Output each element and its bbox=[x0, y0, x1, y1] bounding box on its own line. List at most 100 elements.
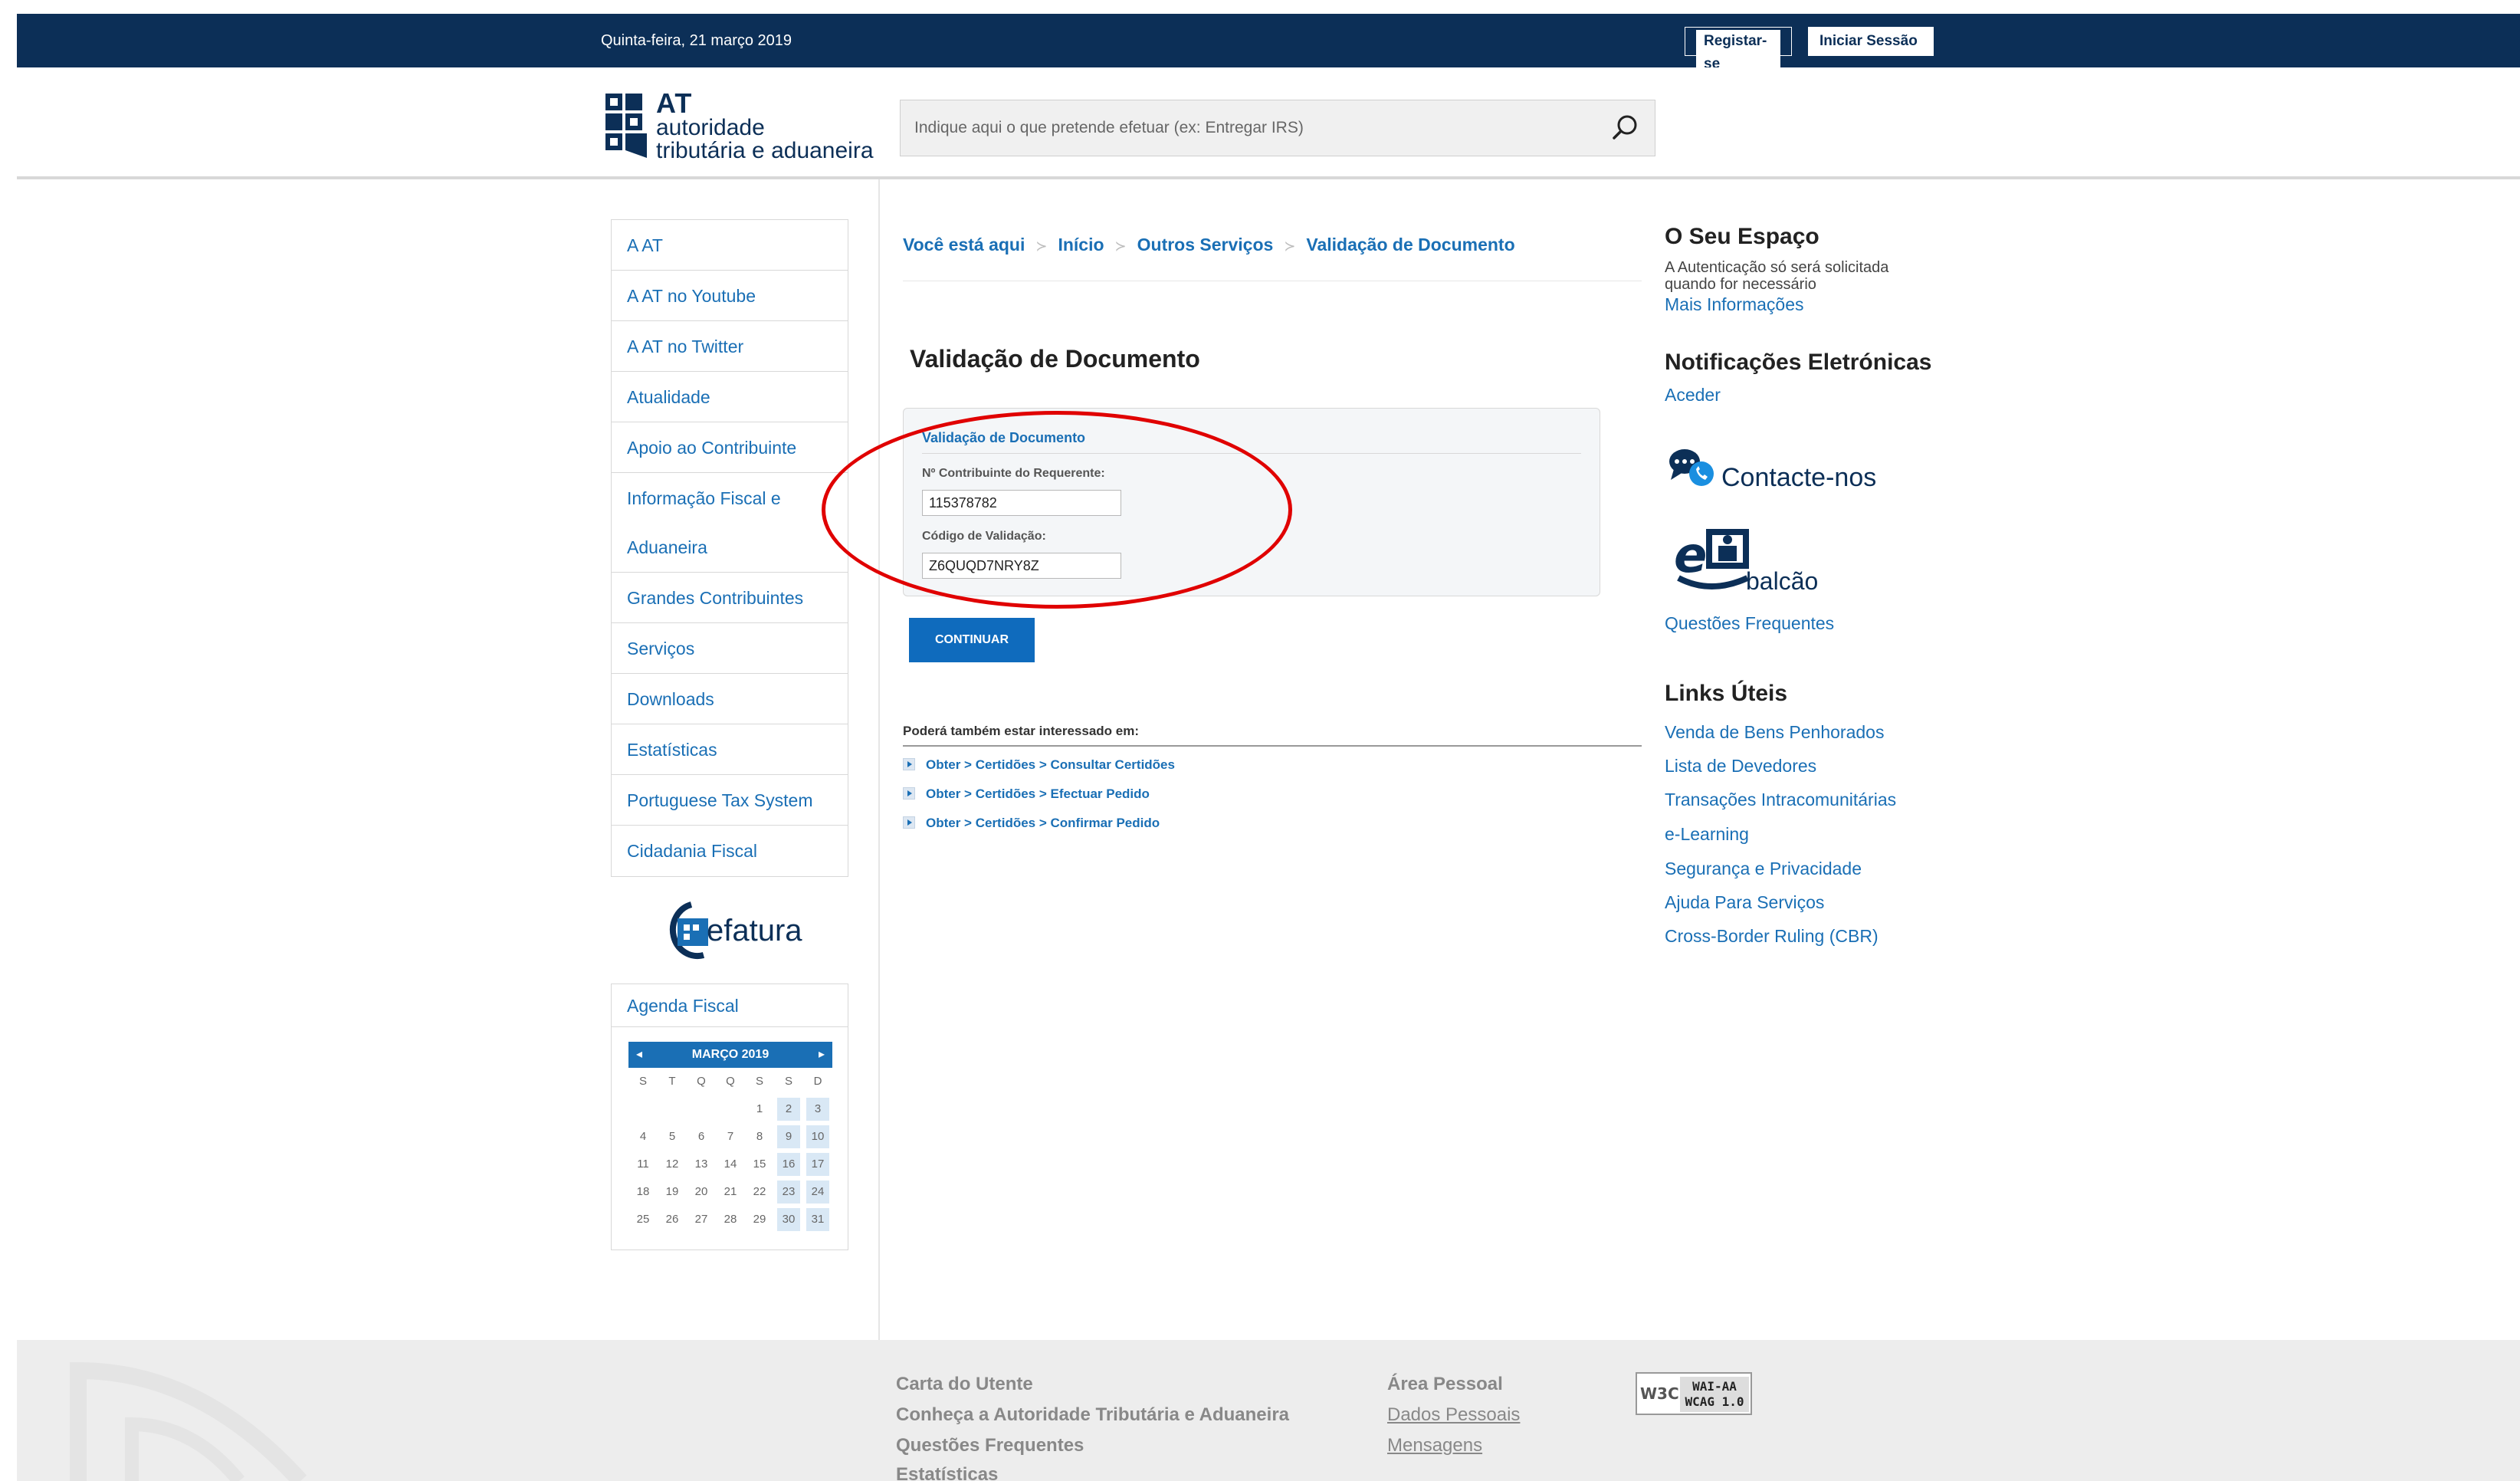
more-info-link[interactable]: Mais Informações bbox=[1665, 294, 1804, 315]
efatura-logo[interactable]: efatura bbox=[661, 897, 806, 964]
calendar-day[interactable]: 16 bbox=[777, 1153, 800, 1176]
useful-link[interactable]: Lista de Devedores bbox=[1665, 756, 1816, 777]
interest-link[interactable]: Obter > Certidões > Efectuar Pedido bbox=[903, 786, 1150, 802]
breadcrumb-current[interactable]: Validação de Documento bbox=[1306, 235, 1514, 254]
nav-item-downloads[interactable]: Downloads bbox=[612, 674, 848, 724]
calendar-day[interactable]: 3 bbox=[806, 1098, 829, 1121]
calendar-day[interactable]: 18 bbox=[628, 1178, 658, 1206]
calendar-day[interactable]: 15 bbox=[745, 1151, 774, 1178]
calendar-day[interactable]: 17 bbox=[806, 1153, 829, 1176]
breadcrumb-separator-icon: ≻ bbox=[1284, 238, 1296, 254]
search-input[interactable]: Indique aqui o que pretende efetuar (ex:… bbox=[900, 100, 1655, 156]
calendar-day[interactable]: 9 bbox=[777, 1125, 800, 1148]
footer-link-faq[interactable]: Questões Frequentes bbox=[896, 1435, 1084, 1456]
your-space-title: O Seu Espaço bbox=[1665, 224, 1819, 249]
calendar-day[interactable]: 29 bbox=[745, 1206, 774, 1233]
footer-link-estatisticas[interactable]: Estatísticas bbox=[896, 1464, 998, 1481]
calendar-day[interactable]: 8 bbox=[745, 1123, 774, 1151]
calendar-day[interactable]: 14 bbox=[716, 1151, 745, 1178]
nav-item-servicos[interactable]: Serviços bbox=[612, 623, 848, 674]
nav-item-youtube[interactable]: A AT no Youtube bbox=[612, 271, 848, 321]
calendar-day[interactable]: 23 bbox=[777, 1181, 800, 1204]
logo-line2: autoridade bbox=[656, 115, 765, 140]
breadcrumb-you-are-here[interactable]: Você está aqui bbox=[903, 235, 1025, 254]
login-button[interactable]: Iniciar Sessão bbox=[1808, 27, 1934, 56]
nav-item-informacao-fiscal-line1: Informação Fiscal e bbox=[627, 488, 781, 508]
footer-link-mensagens[interactable]: Mensagens bbox=[1387, 1435, 1482, 1456]
ebalcao-logo[interactable]: e balcão bbox=[1672, 518, 1833, 603]
calendar-day[interactable]: 2 bbox=[777, 1098, 800, 1121]
calendar-day[interactable]: 27 bbox=[687, 1206, 716, 1233]
nav-item-informacao-fiscal-line2: Aduaneira bbox=[627, 537, 707, 557]
continue-button[interactable]: CONTINUAR bbox=[909, 618, 1035, 662]
calendar-day[interactable]: 26 bbox=[658, 1206, 687, 1233]
contact-us[interactable]: Contacte-nos bbox=[1668, 446, 1898, 500]
calendar-day[interactable]: 25 bbox=[628, 1206, 658, 1233]
calendar-weekdays: S T Q Q S S D bbox=[628, 1068, 832, 1095]
calendar-day[interactable]: 5 bbox=[658, 1123, 687, 1151]
calendar-day[interactable]: 20 bbox=[687, 1178, 716, 1206]
calendar-day[interactable]: 21 bbox=[716, 1178, 745, 1206]
footer-link-dados-pessoais[interactable]: Dados Pessoais bbox=[1387, 1404, 1520, 1426]
useful-link[interactable]: e-Learning bbox=[1665, 824, 1749, 845]
next-month-icon[interactable]: ▸ bbox=[819, 1042, 825, 1068]
calendar-day[interactable]: 6 bbox=[687, 1123, 716, 1151]
nav-item-twitter[interactable]: A AT no Twitter bbox=[612, 321, 848, 372]
faq-link[interactable]: Questões Frequentes bbox=[1665, 613, 1834, 634]
calendar-day[interactable]: 11 bbox=[628, 1151, 658, 1178]
breadcrumb-other-services[interactable]: Outros Serviços bbox=[1137, 235, 1274, 254]
nav-item-estatisticas[interactable]: Estatísticas bbox=[612, 724, 848, 775]
calendar-week: 25 26 27 28 29 30 31 bbox=[628, 1206, 832, 1233]
footer-link-carta[interactable]: Carta do Utente bbox=[896, 1374, 1033, 1395]
calendar-day[interactable]: 4 bbox=[628, 1123, 658, 1151]
calendar-day[interactable]: 30 bbox=[777, 1208, 800, 1231]
arrow-bullet-icon bbox=[903, 816, 915, 829]
useful-link[interactable]: Ajuda Para Serviços bbox=[1665, 892, 1824, 913]
calendar-day[interactable]: 31 bbox=[806, 1208, 829, 1231]
notifications-link[interactable]: Aceder bbox=[1665, 385, 1721, 406]
nav-item-apoio[interactable]: Apoio ao Contribuinte bbox=[612, 422, 848, 473]
useful-link[interactable]: Cross-Border Ruling (CBR) bbox=[1665, 926, 1879, 947]
nav-item-cidadania-fiscal[interactable]: Cidadania Fiscal bbox=[612, 826, 848, 876]
useful-link[interactable]: Transações Intracomunitárias bbox=[1665, 790, 1896, 810]
useful-link[interactable]: Segurança e Privacidade bbox=[1665, 859, 1862, 879]
footer-link-conheca[interactable]: Conheça a Autoridade Tributária e Aduane… bbox=[896, 1404, 1289, 1426]
weekday: S bbox=[784, 1075, 792, 1088]
wcag-label: WAI-AA WCAG 1.0 bbox=[1680, 1377, 1749, 1412]
calendar-day[interactable]: 24 bbox=[806, 1181, 829, 1204]
breadcrumb-home[interactable]: Início bbox=[1058, 235, 1104, 254]
register-button[interactable]: Registar-se bbox=[1685, 27, 1792, 76]
agenda-fiscal-title[interactable]: Agenda Fiscal bbox=[612, 984, 848, 1027]
interest-link[interactable]: Obter > Certidões > Consultar Certidões bbox=[903, 757, 1175, 773]
interest-link-label: Obter > Certidões > Confirmar Pedido bbox=[926, 816, 1160, 830]
ebalcao-icon: e bbox=[1674, 527, 1749, 589]
calendar-day[interactable]: 12 bbox=[658, 1151, 687, 1178]
nav-item-grandes-contribuintes[interactable]: Grandes Contribuintes bbox=[612, 573, 848, 623]
prev-month-icon[interactable]: ◂ bbox=[636, 1042, 642, 1068]
chat-icon bbox=[1669, 449, 1714, 486]
calendar-day[interactable]: 7 bbox=[716, 1123, 745, 1151]
nav-item-a-at[interactable]: A AT bbox=[612, 220, 848, 271]
calendar-day[interactable]: 22 bbox=[745, 1178, 774, 1206]
calendar-day bbox=[658, 1095, 687, 1123]
nav-item-portuguese-tax[interactable]: Portuguese Tax System bbox=[612, 775, 848, 826]
nav-item-atualidade[interactable]: Atualidade bbox=[612, 372, 848, 422]
w3c-wai-aa-badge[interactable]: W3C WAI-AA WCAG 1.0 bbox=[1636, 1372, 1752, 1415]
search-icon[interactable] bbox=[1610, 113, 1641, 143]
current-date: Quinta-feira, 21 março 2019 bbox=[601, 32, 792, 49]
arrow-bullet-icon bbox=[903, 758, 915, 770]
calendar-day[interactable]: 19 bbox=[658, 1178, 687, 1206]
calendar-day[interactable]: 13 bbox=[687, 1151, 716, 1178]
left-navigation: A AT A AT no Youtube A AT no Twitter Atu… bbox=[611, 219, 848, 877]
nav-item-informacao-fiscal[interactable]: Informação Fiscal e Aduaneira bbox=[612, 473, 848, 573]
calendar-day[interactable]: 1 bbox=[745, 1095, 774, 1123]
calendar-day[interactable]: 28 bbox=[716, 1206, 745, 1233]
useful-link[interactable]: Venda de Bens Penhorados bbox=[1665, 722, 1884, 743]
interest-link[interactable]: Obter > Certidões > Confirmar Pedido bbox=[903, 816, 1160, 831]
calendar-day[interactable]: 10 bbox=[806, 1125, 829, 1148]
svg-text:e: e bbox=[1674, 527, 1707, 584]
column-divider bbox=[878, 179, 880, 1340]
interest-divider bbox=[903, 745, 1642, 747]
at-logo[interactable]: AT autoridade tributária e aduaneira bbox=[602, 84, 894, 163]
weekday: S bbox=[638, 1075, 647, 1088]
